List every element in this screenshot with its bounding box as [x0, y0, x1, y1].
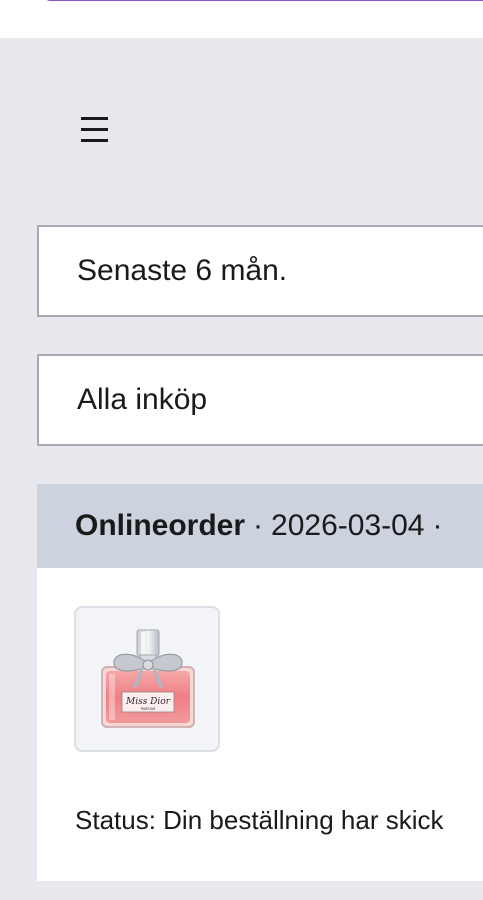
purchase-type-value: Alla inköp	[77, 383, 208, 416]
order-header-line: Onlineorder · 2026-03-04 ·	[75, 484, 451, 568]
order-card[interactable]: Onlineorder · 2026-03-04 · Miss Dior PAR…	[37, 484, 483, 881]
product-label: Miss Dior	[125, 697, 171, 707]
order-separator-trailing: ·	[432, 509, 443, 542]
period-filter-dropdown[interactable]: Senaste 6 mån.	[37, 225, 483, 317]
order-header: Onlineorder · 2026-03-04 ·	[37, 484, 483, 568]
hamburger-menu-icon[interactable]	[78, 112, 112, 148]
purchase-type-dropdown[interactable]: Alla inköp	[37, 354, 483, 446]
product-sublabel: PARFUM	[141, 707, 155, 711]
order-date: 2026-03-04	[271, 509, 425, 542]
order-type: Onlineorder	[75, 509, 246, 542]
order-separator: ·	[253, 509, 264, 542]
period-filter-value: Senaste 6 mån.	[77, 254, 288, 287]
top-bar	[0, 0, 483, 38]
order-status: Status: Din beställning har skick	[75, 805, 444, 835]
perfume-bottle-image: Miss Dior PARFUM	[101, 629, 195, 728]
top-accent-border	[44, 0, 483, 1]
product-thumbnail[interactable]: Miss Dior PARFUM	[74, 606, 220, 752]
